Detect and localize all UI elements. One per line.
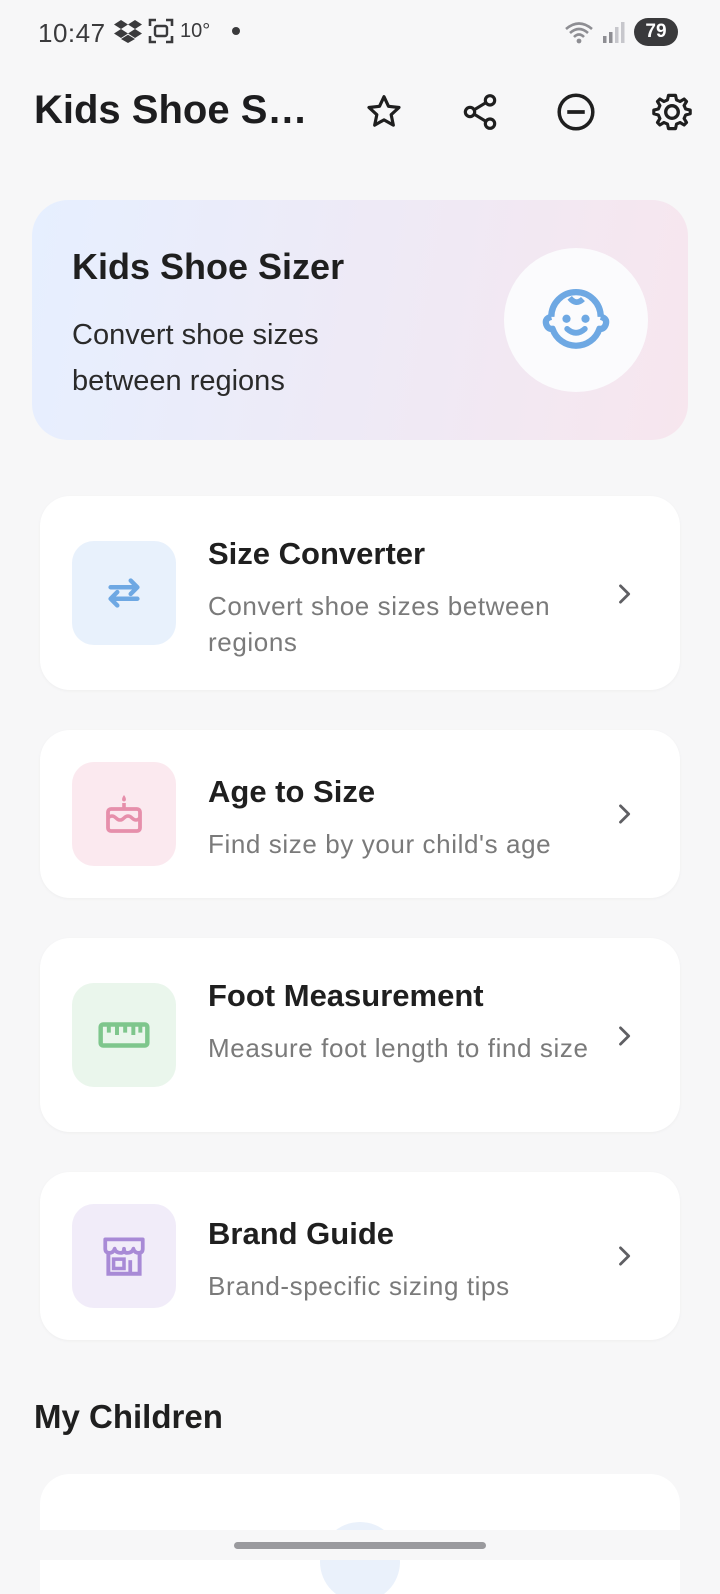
dropbox-icon bbox=[114, 20, 142, 43]
chevron-right-icon bbox=[619, 1246, 631, 1266]
battery-icon: 79 bbox=[634, 18, 678, 46]
app-bar: Kids Shoe Sizer bbox=[0, 70, 720, 156]
chevron-right-icon bbox=[619, 1026, 631, 1046]
wifi-icon bbox=[565, 22, 593, 44]
hero-card: Kids Shoe Sizer Convert shoe sizes betwe… bbox=[32, 200, 688, 440]
age-to-size-icon-tile bbox=[72, 762, 176, 866]
cake-icon bbox=[106, 795, 142, 833]
share-button[interactable] bbox=[458, 90, 502, 134]
brand-guide-description: Brand-specific sizing tips bbox=[208, 1271, 510, 1301]
status-time: 10:47 bbox=[38, 18, 106, 48]
store-icon bbox=[103, 1237, 145, 1276]
baby-face-icon bbox=[542, 289, 610, 349]
favorite-button[interactable] bbox=[362, 90, 406, 134]
status-temperature: 10° bbox=[180, 19, 211, 42]
foot-measurement-card[interactable]: Foot Measurement Measure foot length to … bbox=[40, 938, 680, 1132]
brand-guide-card[interactable]: Brand Guide Brand-specific sizing tips bbox=[40, 1172, 680, 1340]
home-indicator[interactable] bbox=[234, 1542, 486, 1549]
foot-measurement-icon-tile bbox=[72, 983, 176, 1087]
foot-measurement-chevron bbox=[608, 1020, 640, 1052]
brand-guide-chevron bbox=[608, 1240, 640, 1272]
notification-dot-icon bbox=[232, 27, 241, 35]
size-converter-title: Size Converter bbox=[208, 536, 426, 571]
size-converter-description: Convert shoe sizes between regions bbox=[208, 591, 551, 657]
age-to-size-chevron bbox=[608, 798, 640, 830]
signal-icon bbox=[603, 22, 625, 43]
my-children-heading: My Children bbox=[34, 1398, 223, 1435]
remove-button[interactable] bbox=[554, 90, 598, 134]
status-notification-icons: 10° bbox=[114, 18, 241, 44]
ruler-icon bbox=[98, 1022, 150, 1048]
chevron-right-icon bbox=[619, 804, 631, 824]
hero-subtitle: Convert shoe sizes between regions bbox=[72, 319, 319, 397]
battery-level: 79 bbox=[645, 21, 667, 42]
brand-guide-title: Brand Guide bbox=[208, 1216, 395, 1251]
age-to-size-title: Age to Size bbox=[208, 774, 376, 809]
chevron-right-icon bbox=[619, 584, 631, 604]
app-title: Kids Shoe Sizer bbox=[34, 88, 314, 132]
size-converter-icon-tile bbox=[72, 541, 176, 645]
share-icon bbox=[463, 94, 497, 130]
age-to-size-card[interactable]: Age to Size Find size by your child's ag… bbox=[40, 730, 680, 898]
settings-button[interactable] bbox=[650, 90, 694, 134]
star-icon bbox=[367, 95, 401, 127]
brand-guide-icon-tile bbox=[72, 1204, 176, 1308]
gear-icon bbox=[652, 93, 692, 131]
status-system-icons: 79 bbox=[564, 18, 678, 46]
screenshot-frame-icon bbox=[148, 18, 174, 44]
hero-avatar bbox=[504, 248, 648, 392]
minus-circle-icon bbox=[557, 93, 595, 131]
size-converter-card[interactable]: Size Converter Convert shoe sizes betwee… bbox=[40, 496, 680, 690]
status-bar: 10:47 10° 79 bbox=[0, 0, 720, 66]
age-to-size-description: Find size by your child's age bbox=[208, 829, 552, 859]
hero-title: Kids Shoe Sizer bbox=[72, 246, 345, 287]
foot-measurement-description: Measure foot length to find size bbox=[208, 1033, 589, 1063]
swap-arrows-icon bbox=[108, 578, 140, 608]
foot-measurement-title: Foot Measurement bbox=[208, 978, 484, 1013]
size-converter-chevron bbox=[608, 578, 640, 610]
